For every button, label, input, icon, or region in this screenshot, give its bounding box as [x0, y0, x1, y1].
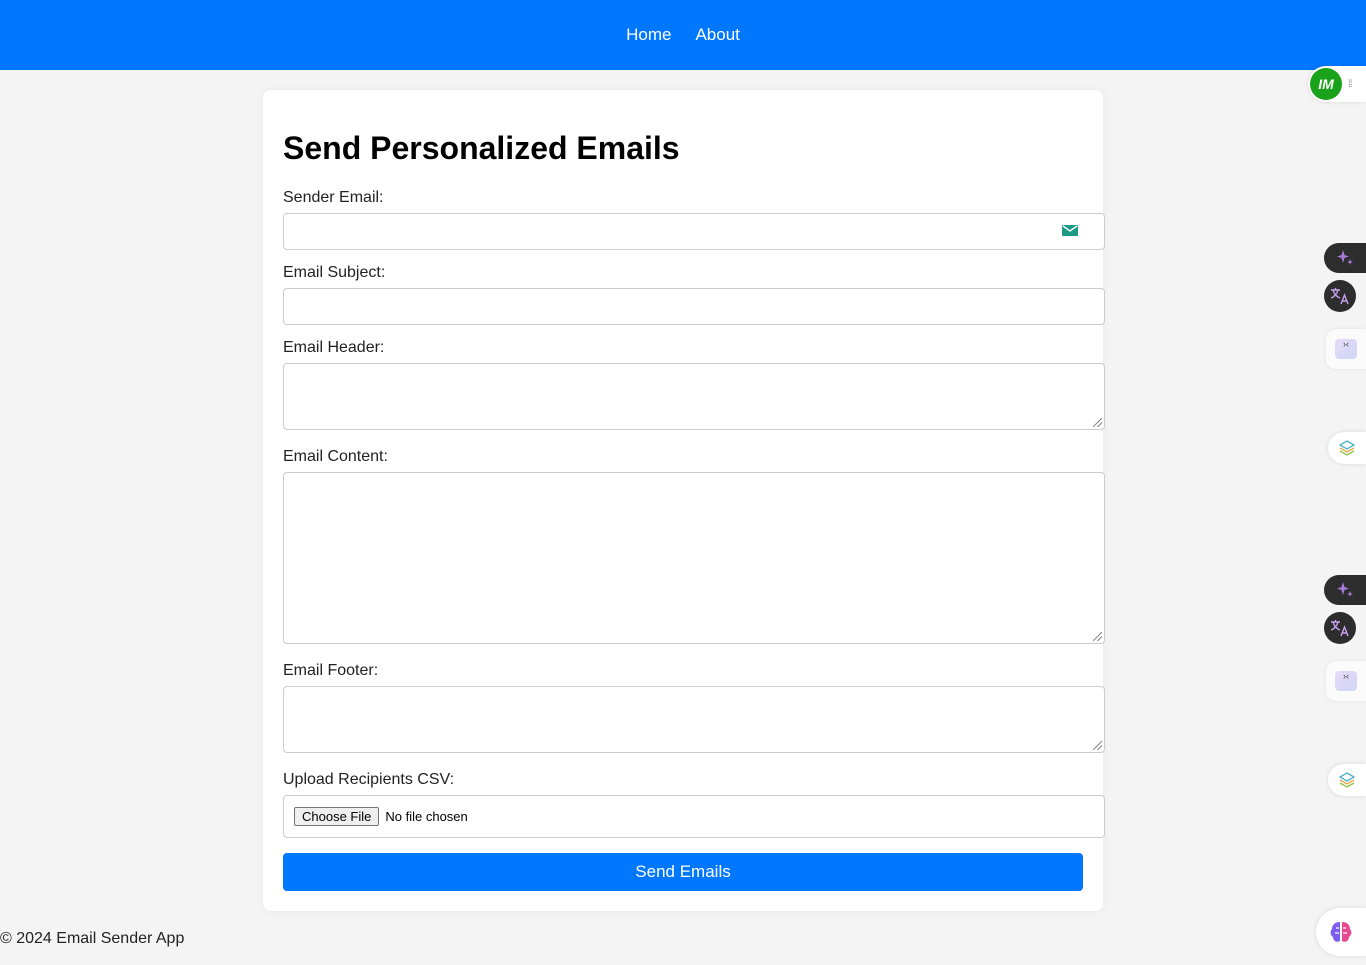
translate-widget[interactable] [1324, 280, 1356, 312]
layers-icon [1338, 772, 1356, 788]
resize-handle-icon[interactable] [1093, 741, 1102, 750]
content-label: Email Content: [283, 448, 388, 465]
ai-sparkle-widget[interactable] [1324, 243, 1366, 273]
top-navigation: Home About [0, 0, 1366, 70]
layers-widget[interactable] [1328, 764, 1366, 796]
subject-label: Email Subject: [283, 264, 386, 281]
resize-handle-icon[interactable] [1093, 632, 1102, 641]
email-form-card: Send Personalized Emails Sender Email: E… [263, 90, 1105, 911]
footer-label: Email Footer: [283, 662, 379, 679]
file-status-text: No file chosen [385, 809, 468, 824]
nav-home-link[interactable]: Home [626, 25, 671, 45]
sender-email-input[interactable] [283, 213, 1105, 250]
sparkle-icon [1337, 582, 1353, 597]
header-textarea[interactable] [283, 363, 1105, 430]
content-textarea[interactable] [283, 472, 1105, 644]
terminal-face-widget[interactable]: ›‹ [1326, 661, 1366, 701]
im-extension-widget[interactable]: IM ⁞⁞ [1308, 66, 1366, 102]
terminal-face-icon: ›‹ [1335, 671, 1357, 691]
csv-file-input[interactable]: Choose File No file chosen [283, 795, 1105, 838]
email-autofill-icon[interactable] [1062, 225, 1078, 237]
ai-sparkle-widget[interactable] [1324, 575, 1366, 605]
translate-widget[interactable] [1324, 612, 1356, 644]
page-title: Send Personalized Emails [283, 130, 680, 166]
terminal-face-icon: ›‹ [1335, 339, 1357, 359]
translate-icon [1330, 288, 1349, 305]
brain-assistant-widget[interactable] [1316, 908, 1366, 956]
brain-icon [1330, 922, 1352, 942]
resize-handle-icon[interactable] [1093, 418, 1102, 427]
im-logo-icon: IM [1310, 68, 1342, 100]
translate-icon [1330, 620, 1349, 637]
page-footer: © 2024 Email Sender App [0, 930, 185, 947]
header-label: Email Header: [283, 339, 385, 356]
layers-widget[interactable] [1328, 432, 1366, 464]
choose-file-button[interactable]: Choose File [294, 807, 380, 826]
footer-textarea[interactable] [283, 686, 1105, 753]
drag-handle-icon[interactable]: ⁞⁞ [1348, 79, 1352, 90]
nav-about-link[interactable]: About [695, 25, 739, 45]
csv-upload-label: Upload Recipients CSV: [283, 771, 455, 788]
sender-email-label: Sender Email: [283, 189, 384, 206]
sparkle-icon [1337, 250, 1353, 265]
send-emails-button[interactable]: Send Emails [283, 853, 1083, 891]
layers-icon [1338, 440, 1356, 456]
terminal-face-widget[interactable]: ›‹ [1326, 329, 1366, 369]
subject-input[interactable] [283, 288, 1105, 325]
